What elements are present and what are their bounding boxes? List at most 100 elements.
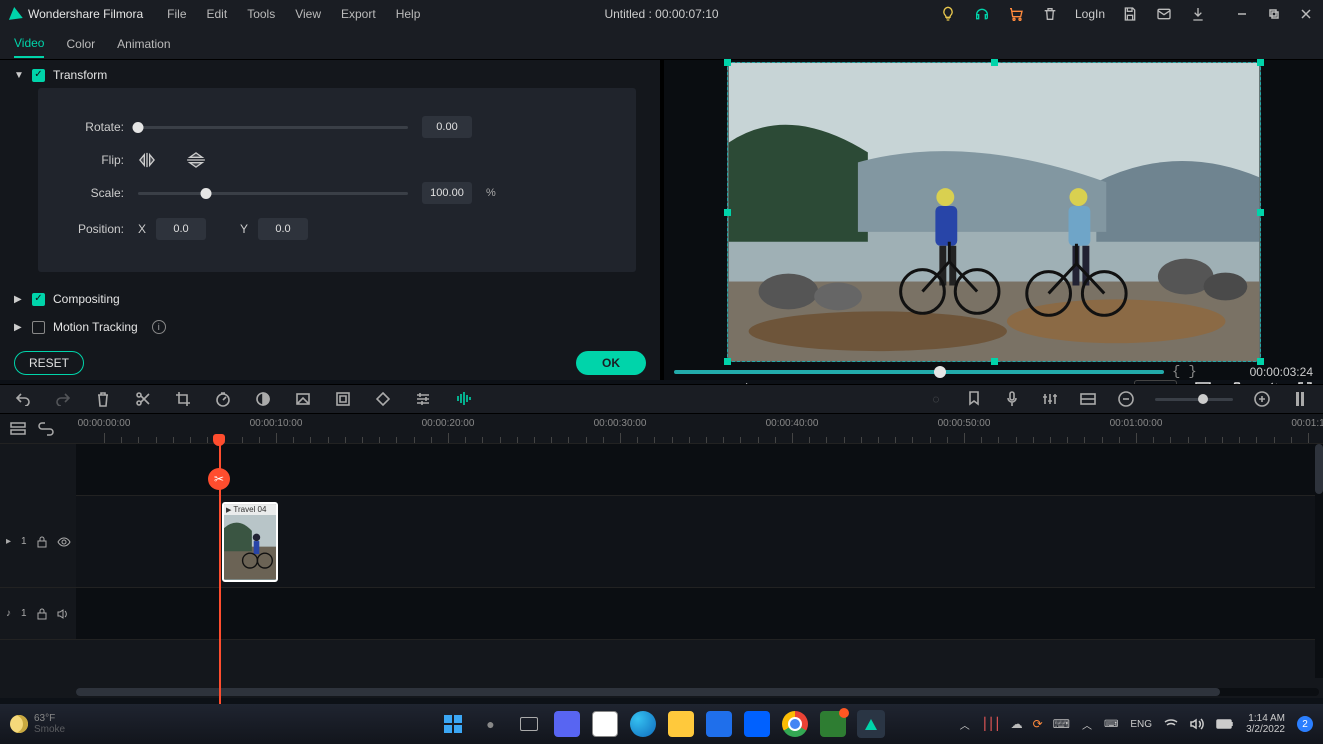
menu-view[interactable]: View	[295, 7, 321, 21]
delete-icon[interactable]	[94, 390, 112, 408]
zoom-out-icon[interactable]	[1117, 390, 1135, 408]
menu-edit[interactable]: Edit	[207, 7, 228, 21]
start-icon[interactable]	[439, 710, 467, 738]
crop-icon[interactable]	[174, 390, 192, 408]
link-icon[interactable]	[38, 422, 54, 436]
mark-in-icon[interactable]: {	[1172, 364, 1180, 380]
position-x-value[interactable]: 0.0	[156, 218, 206, 240]
update-icon[interactable]: ⟳	[1033, 717, 1043, 731]
mixer-icon[interactable]	[1041, 390, 1059, 408]
timeline-ruler[interactable]: 00:00:00:0000:00:10:0000:00:20:0000:00:3…	[76, 414, 1323, 443]
expand-motiontracking-icon[interactable]: ▶	[14, 322, 24, 333]
maximize-icon[interactable]	[1265, 5, 1283, 23]
resize-handle[interactable]	[724, 59, 731, 66]
tab-animation[interactable]: Animation	[117, 31, 170, 57]
notification-badge[interactable]: 2	[1297, 716, 1313, 732]
flip-vertical-icon[interactable]	[186, 152, 206, 168]
rotate-value[interactable]: 0.00	[422, 116, 472, 138]
battery-icon[interactable]	[1216, 719, 1234, 729]
color-icon[interactable]	[254, 390, 272, 408]
language-indicator[interactable]: ENG	[1130, 719, 1152, 730]
playhead[interactable]: ✂	[219, 444, 221, 704]
store-app-icon[interactable]	[591, 710, 619, 738]
explorer-app-icon[interactable]	[667, 710, 695, 738]
reset-button[interactable]: RESET	[14, 351, 84, 375]
motiontracking-checkbox[interactable]	[32, 321, 45, 334]
collapse-transform-icon[interactable]: ▼	[14, 70, 24, 81]
taskview-icon[interactable]	[515, 710, 543, 738]
video-track-lane[interactable]: Travel 04	[76, 496, 1323, 588]
onedrive-icon[interactable]: ☁	[1011, 717, 1023, 731]
position-y-value[interactable]: 0.0	[258, 218, 308, 240]
timeline-layers-icon[interactable]	[10, 422, 26, 436]
mute-icon[interactable]	[57, 609, 69, 619]
marker-icon[interactable]	[965, 390, 983, 408]
resize-handle[interactable]	[991, 358, 998, 365]
resize-handle[interactable]	[724, 358, 731, 365]
lock-icon[interactable]	[37, 608, 47, 620]
visibility-icon[interactable]	[57, 537, 71, 547]
zoom-fit-icon[interactable]	[1291, 390, 1309, 408]
compositing-checkbox[interactable]	[32, 293, 45, 306]
audio-track-lane[interactable]	[76, 588, 1323, 640]
trash-icon[interactable]	[1041, 5, 1059, 23]
timeline-h-scrollbar[interactable]	[76, 688, 1319, 696]
info-icon[interactable]: i	[152, 320, 166, 334]
resize-handle[interactable]	[991, 59, 998, 66]
rotate-slider[interactable]	[138, 126, 408, 129]
timeline-body[interactable]: Travel 04 ✂	[76, 444, 1323, 640]
minimize-icon[interactable]	[1233, 5, 1251, 23]
undo-icon[interactable]	[14, 390, 32, 408]
preview-canvas[interactable]	[727, 62, 1261, 362]
render-icon[interactable]: ◌	[927, 390, 945, 408]
save-icon[interactable]	[1121, 5, 1139, 23]
taskbar-app-icon[interactable]	[819, 710, 847, 738]
fit-icon[interactable]	[334, 390, 352, 408]
keyframe-icon[interactable]	[374, 390, 392, 408]
login-link[interactable]: LogIn	[1075, 7, 1105, 21]
chat-app-icon[interactable]	[553, 710, 581, 738]
mail-icon[interactable]	[1155, 5, 1173, 23]
tray-chevron2-icon[interactable]: ︿	[1082, 717, 1092, 732]
tray-chevron-icon[interactable]: ︿	[960, 717, 970, 732]
filmora-app-icon[interactable]	[857, 710, 885, 738]
tray-app-icon[interactable]: ⎮⎮⎮	[982, 717, 1001, 731]
input-icon[interactable]: ⌨	[1104, 719, 1118, 730]
search-icon[interactable]: ●	[477, 710, 505, 738]
adjust-icon[interactable]	[414, 390, 432, 408]
zoom-in-icon[interactable]	[1253, 390, 1271, 408]
download-icon[interactable]	[1189, 5, 1207, 23]
redo-icon[interactable]	[54, 390, 72, 408]
menu-file[interactable]: File	[167, 7, 186, 21]
scale-slider[interactable]	[138, 192, 408, 195]
resize-handle[interactable]	[1257, 209, 1264, 216]
mark-out-icon[interactable]: }	[1188, 364, 1196, 380]
resize-handle[interactable]	[724, 209, 731, 216]
menu-tools[interactable]: Tools	[247, 7, 275, 21]
transform-checkbox[interactable]	[32, 69, 45, 82]
scale-value[interactable]: 100.00	[422, 182, 472, 204]
track-lane-spacer[interactable]	[76, 444, 1323, 496]
menu-help[interactable]: Help	[396, 7, 421, 21]
close-icon[interactable]	[1297, 5, 1315, 23]
lock-icon[interactable]	[37, 536, 47, 548]
resize-handle[interactable]	[1257, 59, 1264, 66]
cart-icon[interactable]	[1007, 5, 1025, 23]
tab-video[interactable]: Video	[14, 30, 44, 58]
split-icon[interactable]	[134, 390, 152, 408]
weather-widget[interactable]: 63°F Smoke	[10, 713, 65, 735]
zoom-slider[interactable]	[1155, 398, 1233, 401]
edge-app-icon[interactable]	[629, 710, 657, 738]
mail-app-icon[interactable]	[705, 710, 733, 738]
scissor-icon[interactable]: ✂	[208, 468, 230, 490]
greenscreen-icon[interactable]	[294, 390, 312, 408]
voiceover-icon[interactable]	[1003, 390, 1021, 408]
keyboard-icon[interactable]: ⌨	[1053, 717, 1070, 731]
audio-icon[interactable]	[454, 390, 472, 408]
clock[interactable]: 1:14 AM 3/2/2022	[1246, 713, 1285, 735]
playback-slider[interactable]	[674, 370, 1164, 374]
flip-horizontal-icon[interactable]	[138, 152, 158, 168]
idea-icon[interactable]	[939, 5, 957, 23]
resize-handle[interactable]	[1257, 358, 1264, 365]
wifi-icon[interactable]	[1164, 718, 1178, 730]
